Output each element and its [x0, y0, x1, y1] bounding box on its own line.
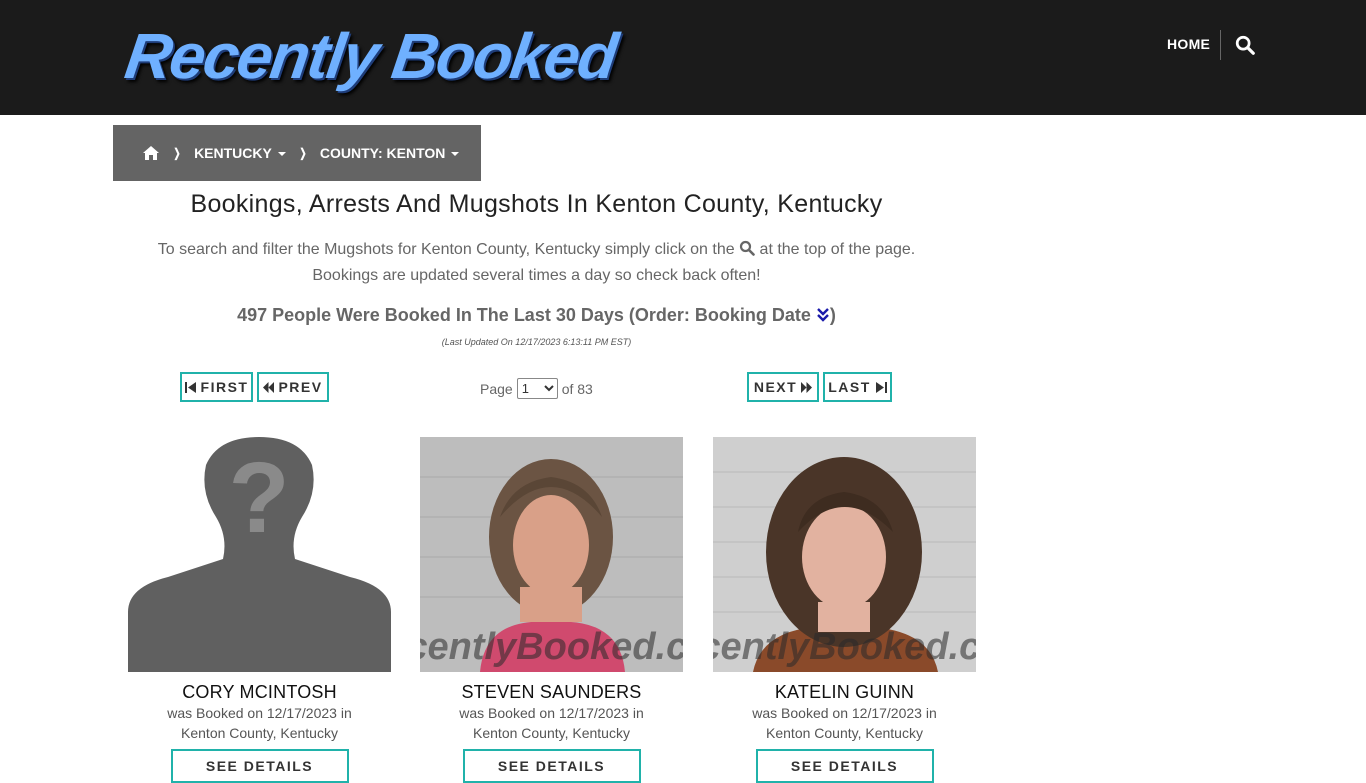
page-label: Page — [480, 380, 513, 397]
next-page-button[interactable]: NEXT — [747, 372, 819, 402]
breadcrumb-separator-icon: ❯ — [299, 146, 307, 160]
watermark-text: RecentlyBooked.com — [420, 626, 683, 668]
booking-name[interactable]: KATELIN GUINN — [713, 682, 976, 703]
last-updated: (Last Updated On 12/17/2023 6:13:11 PM E… — [441, 337, 632, 347]
mugshot-photo[interactable]: RecentlyBooked.com — [420, 437, 683, 672]
page-title: Bookings, Arrests And Mugshots In Kenton… — [190, 190, 883, 218]
skip-back-icon — [184, 381, 196, 393]
booking-card: RecentlyBooked.com STEVEN SAUNDERS was B… — [420, 437, 683, 783]
booking-detail-line1: was Booked on 12/17/2023 in — [752, 705, 937, 721]
prev-page-label: PREV — [278, 379, 323, 395]
prev-page-button[interactable]: PREV — [257, 372, 329, 402]
page-selector: Page 1 of 83 — [480, 378, 593, 399]
booking-count-close: ) — [829, 305, 836, 325]
intro-line2: Bookings are updated several times a day… — [312, 267, 761, 284]
nav-home-link[interactable]: HOME — [1167, 36, 1210, 52]
see-details-button[interactable]: SEE DETAILS — [755, 749, 934, 783]
see-details-button[interactable]: SEE DETAILS — [170, 749, 349, 783]
first-page-button[interactable]: FIRST — [180, 372, 253, 402]
booking-card: RecentlyBooked.com KATELIN GUINN was Boo… — [713, 437, 976, 783]
booking-detail-line2: Kenton County, Kentucky — [181, 725, 338, 741]
last-page-button[interactable]: LAST — [823, 372, 892, 402]
breadcrumb-county[interactable]: COUNTY: KENTON — [319, 145, 460, 161]
breadcrumb: ❯ KENTUCKY ❯ COUNTY: KENTON — [113, 125, 481, 181]
site-logo[interactable]: Recently Booked — [121, 18, 621, 94]
mugshot-photo[interactable]: RecentlyBooked.com — [713, 437, 976, 672]
intro-text: To search and filter the Mugshots for Ke… — [113, 237, 960, 289]
booking-name[interactable]: CORY MCINTOSH — [128, 682, 391, 703]
search-icon[interactable] — [1234, 34, 1256, 56]
mugshot-image: RecentlyBooked.com — [420, 437, 683, 672]
site-header: Recently Booked HOME — [0, 0, 1366, 115]
booking-count-heading: 497 People Were Booked In The Last 30 Da… — [113, 305, 960, 326]
intro-part2: at the top of the page. — [759, 241, 916, 258]
svg-text:?: ? — [228, 442, 289, 554]
search-icon — [739, 240, 755, 256]
booking-name[interactable]: STEVEN SAUNDERS — [420, 682, 683, 703]
booking-detail-line2: Kenton County, Kentucky — [473, 725, 630, 741]
double-chevron-down-icon[interactable] — [816, 307, 830, 323]
breadcrumb-state[interactable]: KENTUCKY — [194, 145, 286, 161]
booking-count-text: 497 People Were Booked In The Last 30 Da… — [237, 305, 811, 325]
mugshot-image: RecentlyBooked.com — [713, 437, 976, 672]
breadcrumb-state-label: KENTUCKY — [194, 145, 272, 161]
see-details-button[interactable]: SEE DETAILS — [462, 749, 641, 783]
next-page-label: NEXT — [753, 379, 798, 395]
last-page-label: LAST — [828, 379, 871, 395]
booking-card: ? CORY MCINTOSH was Booked on 12/17/2023… — [128, 437, 391, 783]
rewind-icon — [263, 381, 275, 393]
booking-detail-line1: was Booked on 12/17/2023 in — [167, 705, 352, 721]
booking-detail-line2: Kenton County, Kentucky — [766, 725, 923, 741]
booking-detail-line1: was Booked on 12/17/2023 in — [459, 705, 644, 721]
skip-forward-icon — [875, 381, 887, 393]
nav-divider — [1220, 30, 1221, 60]
caret-down-icon — [451, 152, 460, 157]
breadcrumb-separator-icon: ❯ — [173, 146, 181, 160]
mugshot-placeholder[interactable]: ? — [128, 437, 391, 672]
breadcrumb-county-label: COUNTY: KENTON — [319, 145, 446, 161]
home-icon[interactable] — [142, 145, 160, 161]
first-page-label: FIRST — [200, 379, 249, 395]
fast-forward-icon — [801, 381, 813, 393]
caret-down-icon — [277, 152, 286, 157]
page-select[interactable]: 1 — [516, 378, 558, 399]
watermark-text: RecentlyBooked.com — [713, 626, 976, 668]
intro-part1: To search and filter the Mugshots for Ke… — [157, 241, 735, 258]
silhouette-question-icon: ? — [128, 437, 391, 672]
page-of-label: of 83 — [561, 380, 593, 397]
